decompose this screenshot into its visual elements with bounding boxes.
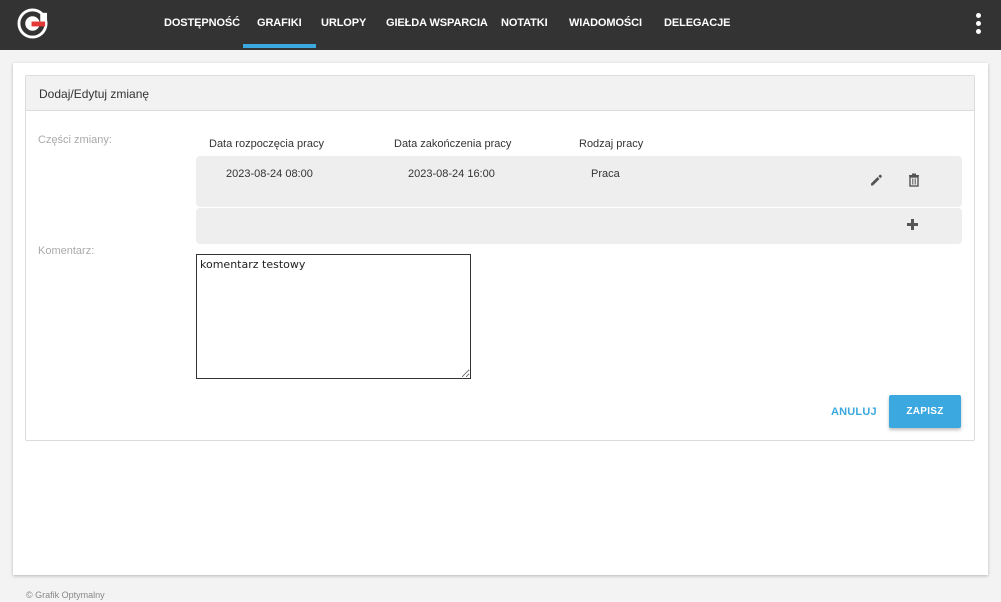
column-header-start: Data rozpoczęcia pracy <box>209 138 324 150</box>
logo-icon[interactable] <box>17 8 48 39</box>
pencil-icon[interactable] <box>869 173 883 187</box>
kebab-menu-icon[interactable] <box>974 12 984 36</box>
shift-part-row: 2023-08-24 08:00 2023-08-24 16:00 Praca <box>196 156 962 207</box>
top-navigation-bar: DOSTĘPNOŚĆ GRAFIKI URLOPY GIEŁDA WSPARCI… <box>0 0 1001 50</box>
panel-title: Dodaj/Edytuj zmianę <box>26 76 974 111</box>
column-header-end: Data zakończenia pracy <box>394 138 512 150</box>
nav-item-delegacje[interactable]: DELEGACJE <box>664 0 730 50</box>
save-button[interactable]: ZAPISZ <box>889 395 961 428</box>
nav-item-notatki[interactable]: NOTATKI <box>501 0 548 50</box>
cancel-button[interactable]: ANULUJ <box>831 402 877 422</box>
nav-item-urlopy[interactable]: URLOPY <box>321 0 366 50</box>
nav-item-gielda-wsparcia[interactable]: GIEŁDA WSPARCIA <box>386 0 488 50</box>
nav-item-grafiki[interactable]: GRAFIKI <box>243 0 315 50</box>
column-header-type: Rodzaj pracy <box>579 138 644 150</box>
plus-icon[interactable] <box>907 219 918 230</box>
edit-shift-panel: Dodaj/Edytuj zmianę Części zmiany: Data … <box>25 75 975 441</box>
trash-icon[interactable] <box>908 173 920 187</box>
nav-item-wiadomosci[interactable]: WIADOMOŚCI <box>569 0 642 50</box>
comment-textarea[interactable]: komentarz testowy <box>196 254 471 379</box>
content-card: Dodaj/Edytuj zmianę Części zmiany: Data … <box>13 63 988 575</box>
comment-label: Komentarz: <box>38 245 95 257</box>
shift-start: 2023-08-24 08:00 <box>226 168 313 180</box>
shift-type: Praca <box>591 168 620 180</box>
parts-label: Części zmiany: <box>38 134 112 146</box>
add-shift-part-row <box>196 208 962 244</box>
nav-item-dostepnosc[interactable]: DOSTĘPNOŚĆ <box>164 0 240 50</box>
footer-copyright: © Grafik Optymalny <box>26 590 105 600</box>
shift-end: 2023-08-24 16:00 <box>408 168 495 180</box>
